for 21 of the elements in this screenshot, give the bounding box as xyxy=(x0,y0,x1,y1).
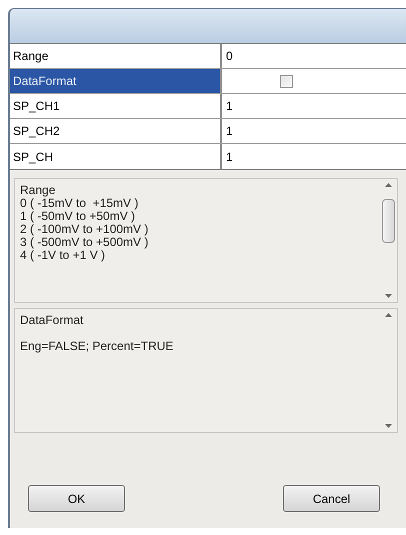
scroll-down-icon[interactable] xyxy=(385,424,392,428)
scrollbar-thumb[interactable] xyxy=(382,198,395,242)
description-line: 2 ( -100mV to +100mV ) xyxy=(20,223,150,236)
description-line: 4 ( -1V to +1 V ) xyxy=(20,249,106,262)
property-value[interactable]: 0 xyxy=(226,47,233,65)
property-value[interactable]: 1 xyxy=(226,122,233,140)
scroll-down-icon[interactable] xyxy=(385,294,392,298)
property-value[interactable]: 1 xyxy=(226,148,233,166)
description-line: Eng=FALSE; Percent=TRUE xyxy=(20,340,174,353)
property-value[interactable]: 1 xyxy=(226,97,233,115)
checkbox[interactable] xyxy=(280,74,293,88)
description-title: DataFormat xyxy=(20,314,84,327)
description-line: 3 ( -500mV to +500mV ) xyxy=(20,236,150,249)
property-name[interactable]: DataFormat xyxy=(10,69,222,93)
scroll-up-icon[interactable] xyxy=(385,183,392,187)
scroll-up-icon[interactable] xyxy=(385,313,392,317)
cancel-button[interactable]: Cancel xyxy=(283,485,380,512)
ok-button[interactable]: OK xyxy=(28,485,125,512)
description-line: 0 ( -15mV to +15mV ) xyxy=(20,197,140,210)
description-title: Range xyxy=(20,184,56,197)
description-line: 1 ( -50mV to +50mV ) xyxy=(20,210,136,223)
